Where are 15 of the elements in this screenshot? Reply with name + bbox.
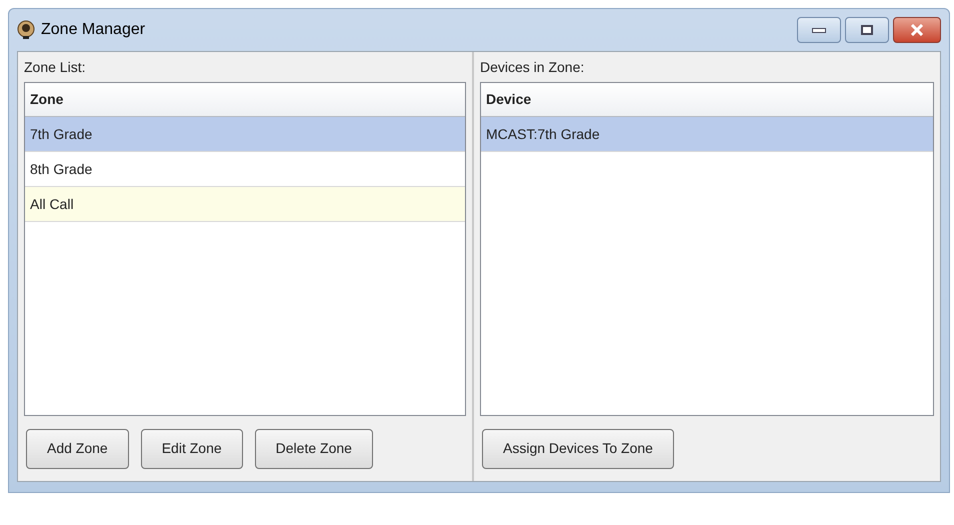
panel-label: Zone List: — [24, 58, 86, 76]
list-row[interactable]: All Call — [25, 187, 465, 222]
action-button[interactable]: Assign Devices To Zone — [482, 428, 674, 468]
panel-label: Devices in Zone: — [480, 58, 584, 76]
list-row[interactable]: 7th Grade — [25, 117, 465, 152]
app-icon — [17, 20, 35, 40]
window-title: Zone Manager — [41, 20, 146, 40]
list-row[interactable]: MCAST:7th Grade — [481, 117, 933, 152]
minimize-button[interactable] — [797, 17, 841, 43]
close-icon — [910, 24, 924, 36]
action-button[interactable]: Add Zone — [26, 428, 129, 468]
action-button[interactable]: Delete Zone — [254, 428, 373, 468]
maximize-button[interactable] — [845, 17, 889, 43]
action-button[interactable]: Edit Zone — [140, 428, 243, 468]
close-button[interactable] — [893, 17, 941, 43]
